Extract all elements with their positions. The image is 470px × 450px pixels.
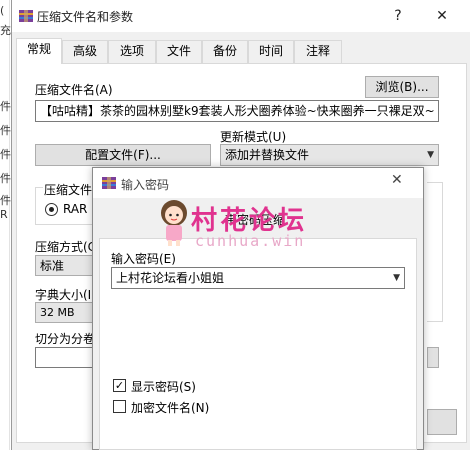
dialog-title: 输入密码 [121,178,170,192]
profiles-button[interactable]: 配置文件(F)... [35,144,211,166]
dialog-panel: 输入密码(E) 上村花论坛看小姐姐 ▼ ✓ 显示密码(S) 加密文件名(N) [99,238,417,450]
method-value: 标准 [40,259,65,273]
chevron-down-icon: ▼ [393,273,400,283]
show-password-checkbox[interactable]: ✓ [113,379,126,392]
password-input[interactable]: 上村花论坛看小姐姐 ▼ [111,267,405,289]
archive-name-value: 【咕咕精】茶茶的园林别墅k9套装人形犬圈养体验~快来圈养一只裸足双~ [40,104,435,118]
update-mode-label: 更新模式(U) [220,130,287,144]
format-label: 压缩文件 [43,181,94,198]
winrar-icon [102,177,116,189]
archive-name-label: 压缩文件名(A) [35,83,113,97]
dictionary-select[interactable]: 32 MB [35,302,97,323]
set-password-button-edge[interactable] [427,347,439,368]
chevron-down-icon: ▼ [427,150,434,160]
rar-radio[interactable] [45,203,58,216]
tab-general[interactable]: 常规 [16,38,62,64]
password-label: 输入密码(E) [111,252,176,266]
main-titlebar: 压缩文件名和参数 ? ✕ [12,0,470,32]
tab-time[interactable]: 时间 [248,40,294,63]
bg-text: ( [0,4,5,17]
method-label: 压缩方式(C [35,240,97,254]
close-button[interactable]: ✕ [424,4,460,28]
archive-name-input[interactable]: 【咕咕精】茶茶的园林别墅k9套装人形犬圈养体验~快来圈养一只裸足双~ [35,100,439,122]
close-icon[interactable]: ✕ [391,172,403,188]
dialog-subtitle: 带密码压缩 [225,213,286,227]
tab-files[interactable]: 文件 [156,40,202,63]
password-dialog: 输入密码 ✕ 带密码压缩 输入密码(E) 上村花论坛看小姐姐 ▼ ✓ 显示密码(… [92,167,424,450]
tab-options[interactable]: 选项 [108,40,156,63]
split-label: 切分为分卷 [35,332,96,346]
browse-button[interactable]: 浏览(B)... [365,76,439,98]
dictionary-value: 32 MB [40,306,75,319]
encrypt-names-checkbox[interactable] [113,400,126,413]
encrypt-names-label: 加密文件名(N) [131,401,210,415]
update-mode-select[interactable]: 添加并替换文件 ▼ [220,144,439,166]
password-value: 上村花论坛看小姐姐 [116,271,225,285]
background-window-column: ( 充 件 件 件 件 件 R [0,0,11,450]
split-input[interactable] [35,347,97,368]
tab-backup[interactable]: 备份 [202,40,248,63]
update-mode-value: 添加并替换文件 [225,148,310,162]
bg-text: 件 [0,172,11,185]
ok-button-edge[interactable] [427,409,457,435]
rar-label: RAR [63,202,88,216]
main-title: 压缩文件名和参数 [37,10,134,24]
dialog-titlebar: 输入密码 ✕ [93,168,423,198]
options-group-edge [427,182,443,322]
bg-text: R [0,208,8,221]
bg-text: 充 [0,24,11,37]
bg-text: 件 [0,100,11,113]
dictionary-label: 字典大小(I [35,288,92,302]
help-button[interactable]: ? [380,4,416,28]
bg-text: 件 [0,124,11,137]
method-select[interactable]: 标准 [35,255,97,276]
tab-comment[interactable]: 注释 [294,40,342,63]
show-password-label: 显示密码(S) [131,380,196,394]
bg-text: 件 [0,148,11,161]
bg-text: 件 [0,194,11,207]
winrar-icon [19,10,33,22]
tab-advanced[interactable]: 高级 [62,40,108,63]
